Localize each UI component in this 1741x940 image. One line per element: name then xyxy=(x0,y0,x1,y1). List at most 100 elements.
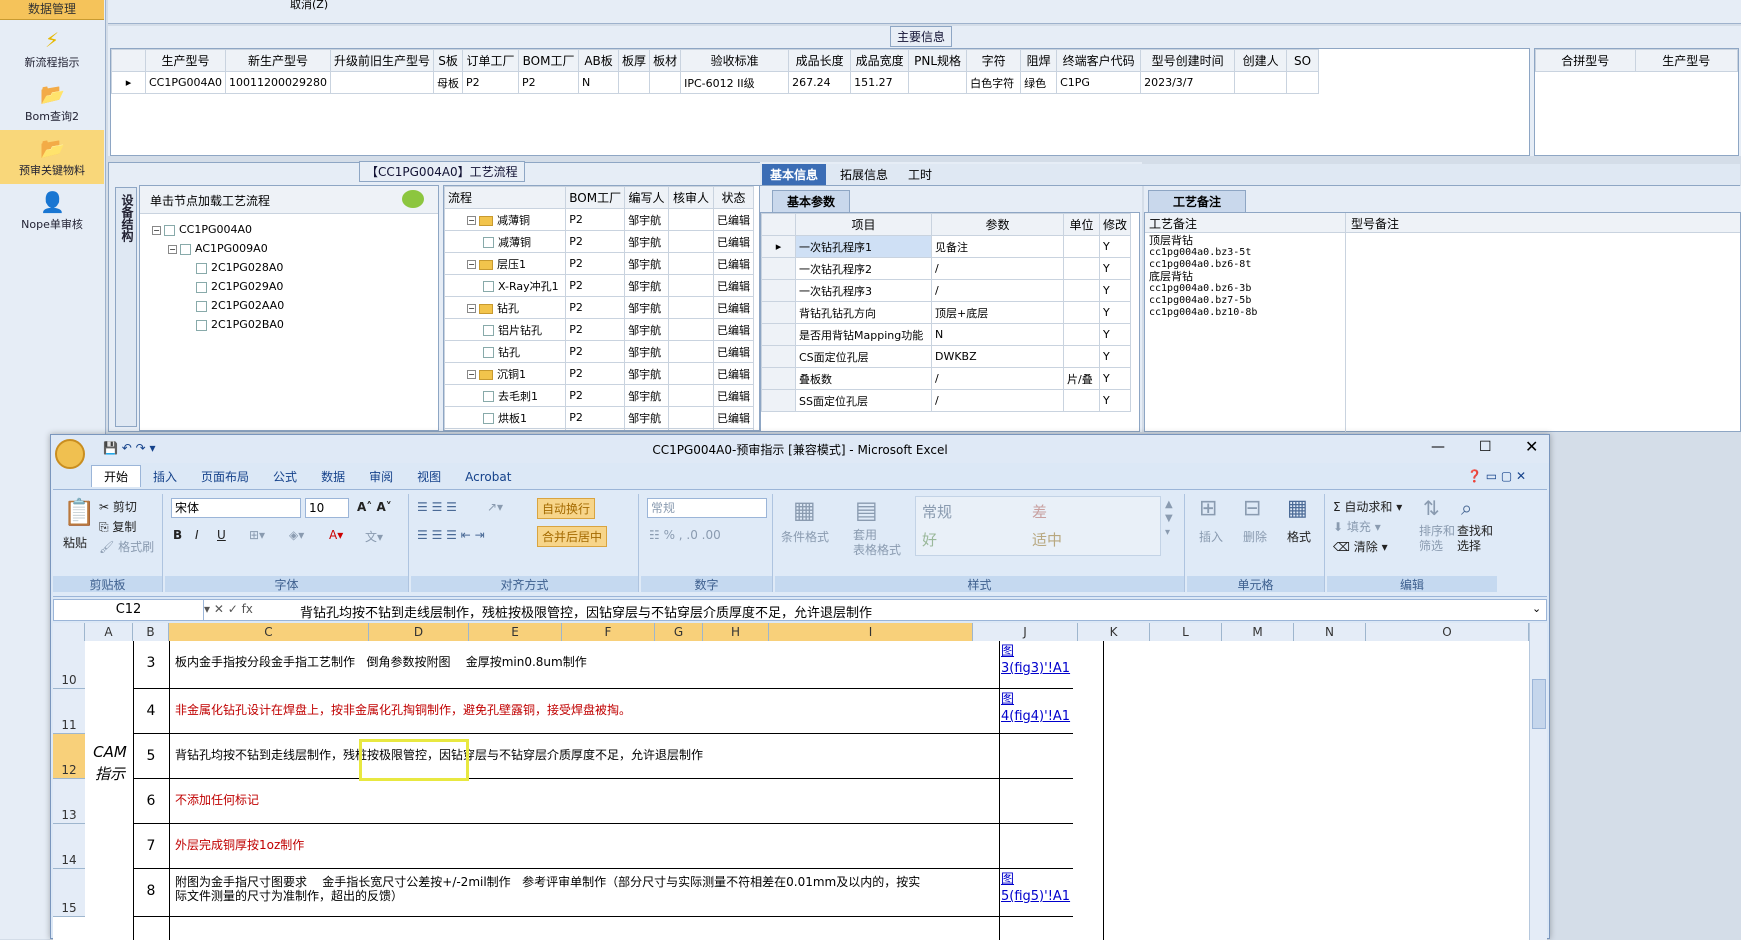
phonetic-icon[interactable]: 文▾ xyxy=(365,528,383,545)
horizontal-align-icons[interactable]: ☰ ☰ ☰ ⇤ ⇥ xyxy=(417,528,485,542)
param-cell[interactable]: Y xyxy=(1098,367,1132,390)
tree-node[interactable]: 2C1PG02BA0 xyxy=(152,315,432,334)
tab-hours[interactable]: 工时 xyxy=(902,166,938,183)
col-header[interactable]: PNL规格 xyxy=(908,49,968,72)
main-cell[interactable]: 151.27 xyxy=(850,71,910,94)
hyperlink-cell[interactable]: 图 4(fig4)'!A1 xyxy=(1001,691,1093,725)
row-header[interactable]: 10 xyxy=(53,641,85,689)
collapse-icon[interactable]: − xyxy=(152,225,161,235)
main-cell[interactable]: 绿色 xyxy=(1020,71,1058,94)
style-good[interactable]: 好 xyxy=(922,529,1028,553)
ribbon-tab[interactable]: 页面布局 xyxy=(189,466,261,488)
param-row[interactable]: 是否用背钻Mapping功能 N Y xyxy=(761,323,1132,346)
col-header[interactable]: 成品长度 xyxy=(788,49,852,72)
param-cell[interactable]: / xyxy=(931,389,1064,412)
ribbon-tab[interactable]: 公式 xyxy=(261,466,309,488)
main-cell[interactable] xyxy=(1234,71,1288,94)
process-row[interactable]: 等离子处理1P2邹宇航 已编辑 xyxy=(444,428,755,430)
column-header[interactable]: D xyxy=(369,623,469,641)
table-format-icon[interactable]: ▤ xyxy=(855,496,878,524)
font-size-select[interactable]: 10 xyxy=(305,498,349,518)
main-cell[interactable]: CC1PG004A0 xyxy=(144,71,227,94)
column-header[interactable]: N xyxy=(1294,623,1366,641)
param-cell[interactable]: Y xyxy=(1098,345,1132,368)
col-modify[interactable]: 修改 xyxy=(1098,213,1132,236)
param-row[interactable]: CS面定位孔层 DWKBZ Y xyxy=(761,345,1132,368)
vertical-scrollbar[interactable] xyxy=(1529,623,1547,940)
cut-button[interactable]: ✂ 剪切 xyxy=(99,498,137,515)
process-notes-text[interactable]: 顶层背钻 cc1pg004a0.bz3-5t cc1pg004a0.bz6-8t 底层… xyxy=(1149,235,1339,319)
grow-font-button[interactable]: A˄ A˅ xyxy=(357,500,392,514)
step-number-cell[interactable]: 5 xyxy=(133,748,169,764)
col-production-model[interactable]: 生产型号 xyxy=(1634,49,1739,72)
col-header[interactable]: 生产型号 xyxy=(144,49,227,72)
ribbon-tab[interactable]: 插入 xyxy=(141,466,189,488)
param-cell[interactable]: Y xyxy=(1098,389,1132,412)
autosum-button[interactable]: Σ 自动求和 ▾ xyxy=(1333,498,1402,515)
col-header[interactable]: 终端客户代码 xyxy=(1056,49,1142,72)
instruction-cell[interactable]: 非金属化钻孔设计在焊盘上，按非金属化孔掏铜制作，避免孔壁露铜，接受焊盘被掏。 xyxy=(175,703,969,717)
cancel-button[interactable]: 取消(Z) xyxy=(290,0,328,12)
param-cell[interactable]: DWKBZ xyxy=(931,345,1064,368)
param-row[interactable]: ▸ 一次钻孔程序1 见备注 Y xyxy=(761,235,1132,258)
font-color-icon[interactable]: A▾ xyxy=(329,528,343,542)
param-cell[interactable]: 片/叠 xyxy=(1063,367,1100,390)
instruction-cell[interactable]: 板内金手指按分段金手指工艺制作 倒角参数按附图 金厚按min0.8um制作 xyxy=(175,655,969,669)
instruction-cell[interactable]: 不添加任何标记 xyxy=(175,793,969,807)
column-header[interactable]: H xyxy=(703,623,769,641)
main-cell[interactable] xyxy=(908,71,968,94)
param-cell[interactable] xyxy=(1063,301,1100,324)
collapse-icon[interactable]: − xyxy=(467,370,476,379)
param-cell[interactable]: Y xyxy=(1098,279,1132,302)
help-icon[interactable]: ❓ ▭ ▢ ✕ xyxy=(1467,469,1526,483)
tree-node[interactable]: − CC1PG004A0 xyxy=(152,220,432,239)
param-cell[interactable]: 一次钻孔程序3 xyxy=(795,279,932,302)
tab-extended-info[interactable]: 拓展信息 xyxy=(834,166,894,183)
col-header[interactable]: 板材 xyxy=(649,49,682,72)
copy-button[interactable]: ⎘ 复制 xyxy=(99,518,136,535)
device-structure-tab[interactable]: 设备结构 xyxy=(115,187,137,427)
main-cell[interactable]: P2 xyxy=(518,71,580,94)
column-header[interactable]: C xyxy=(169,623,369,641)
col-header[interactable]: 字符 xyxy=(966,49,1022,72)
italic-button[interactable]: I xyxy=(195,528,199,542)
param-row[interactable]: SS面定位孔层 / Y xyxy=(761,389,1132,412)
number-format-select[interactable]: 常规 xyxy=(647,498,767,518)
param-cell[interactable]: SS面定位孔层 xyxy=(795,389,932,412)
param-cell[interactable] xyxy=(1063,389,1100,412)
process-row[interactable]: 烘板1 P2 邹宇航 已编辑 xyxy=(444,406,755,429)
process-row[interactable]: 去毛刺1 P2 邹宇航 已编辑 xyxy=(444,384,755,407)
column-header[interactable]: B xyxy=(133,623,169,641)
collapse-icon[interactable]: − xyxy=(467,216,476,225)
row-header[interactable]: 15 xyxy=(53,869,85,917)
param-cell[interactable]: Y xyxy=(1098,235,1132,258)
ribbon-tab[interactable]: 开始 xyxy=(91,465,142,487)
paste-button[interactable]: 粘贴 xyxy=(63,534,87,551)
param-cell[interactable] xyxy=(1063,235,1100,258)
scroll-thumb[interactable] xyxy=(1532,679,1546,729)
wrap-text-button[interactable]: 自动换行 xyxy=(537,498,596,519)
col-header[interactable]: 升级前旧生产型号 xyxy=(330,49,435,72)
tab-basic-params[interactable]: 基本参数 xyxy=(772,190,851,213)
format-button[interactable]: 格式 xyxy=(1287,528,1311,545)
column-header[interactable]: L xyxy=(1150,623,1222,641)
binoculars-icon[interactable]: ⌕ xyxy=(1461,496,1472,520)
step-number-cell[interactable]: 8 xyxy=(133,883,169,899)
tab-process-notes[interactable]: 工艺备注 xyxy=(1148,190,1247,213)
ribbon-tab[interactable]: 审阅 xyxy=(357,466,405,488)
param-cell[interactable]: Y xyxy=(1098,301,1132,324)
param-cell[interactable] xyxy=(1063,345,1100,368)
expand-formula-icon[interactable]: ⌄ xyxy=(1532,602,1541,615)
main-cell[interactable]: N xyxy=(578,71,620,94)
param-row[interactable]: 背钻孔钻孔方向 顶层+底层 Y xyxy=(761,301,1132,324)
param-cell[interactable] xyxy=(1063,257,1100,280)
number-format-icons[interactable]: ☷ % , .0 .00 xyxy=(649,528,721,542)
param-cell[interactable] xyxy=(1063,323,1100,346)
row-header[interactable]: 13 xyxy=(53,779,85,824)
col-writer[interactable]: 编写人 xyxy=(624,186,669,209)
ribbon-tab[interactable]: Acrobat xyxy=(453,466,523,488)
col-header[interactable]: 型号创建时间 xyxy=(1140,49,1236,72)
col-unit[interactable]: 单位 xyxy=(1063,213,1100,236)
table-format-button[interactable]: 套用 表格格式 xyxy=(853,528,901,558)
tree-node[interactable]: 2C1PG029A0 xyxy=(152,277,432,296)
